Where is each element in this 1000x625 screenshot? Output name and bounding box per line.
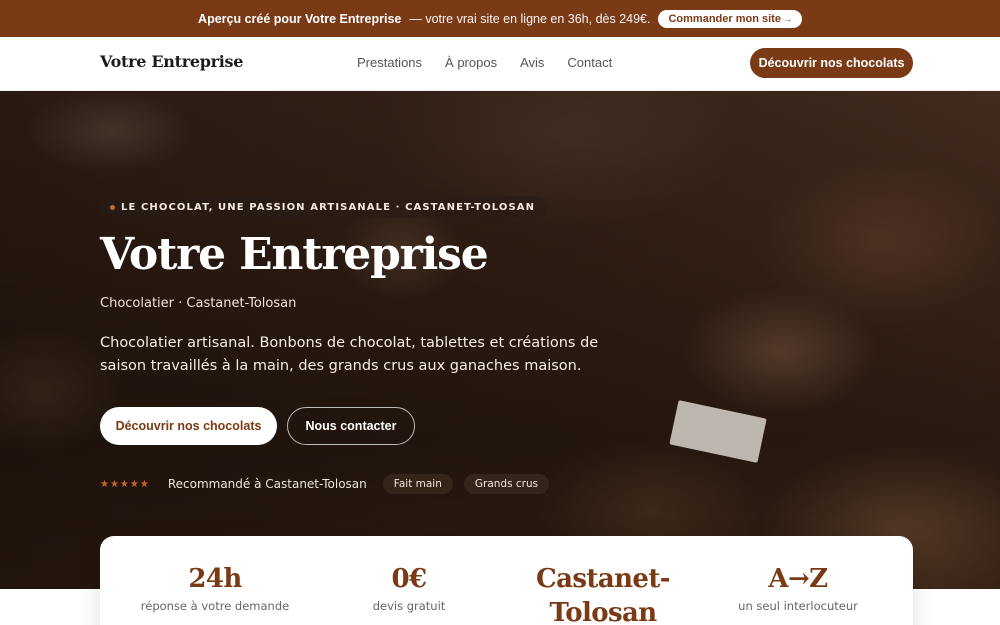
- chip-fait-main: Fait main: [382, 474, 453, 494]
- promo-text: — votre vrai site en ligne en 36h, dès 2…: [409, 11, 651, 26]
- hero-section: LE CHOCOLAT, UNE PASSION ARTISANALE · CA…: [0, 91, 1000, 589]
- stat-label: un seul interlocuteur: [738, 599, 858, 613]
- order-site-label: Commander mon site: [668, 12, 781, 25]
- social-proof: ★★★★★ Recommandé à Castanet-Tolosan Fait…: [100, 474, 560, 494]
- stat-label: devis gratuit: [372, 599, 446, 613]
- stat-value: 24h: [188, 564, 242, 594]
- nav-link-prestations[interactable]: Prestations: [357, 55, 422, 70]
- stats-card: 24h réponse à votre demande 0€ devis gra…: [100, 536, 913, 625]
- nav-link-a-propos[interactable]: À propos: [445, 55, 497, 70]
- stat-item: Castanet-Tolosan: [528, 562, 678, 625]
- hero-subtitle: Chocolatier · Castanet-Tolosan: [100, 296, 297, 311]
- nav-discover-button[interactable]: Découvrir nos chocolats: [750, 48, 913, 78]
- hero-title: Votre Entreprise: [100, 229, 489, 280]
- eyebrow-text: LE CHOCOLAT, UNE PASSION ARTISANALE · CA…: [121, 201, 536, 213]
- nav-menu: Prestations À propos Avis Contact: [357, 55, 612, 70]
- stat-item: A→Z un seul interlocuteur: [723, 562, 873, 613]
- stat-item: 24h réponse à votre demande: [140, 562, 290, 613]
- stat-value: Castanet-Tolosan: [536, 564, 670, 625]
- promo-lead: Aperçu créé pour Votre Entreprise: [198, 11, 402, 26]
- hero-description: Chocolatier artisanal. Bonbons de chocol…: [100, 335, 599, 374]
- stat-item: 0€ devis gratuit: [334, 562, 484, 613]
- arrow-right-icon: →: [782, 13, 792, 24]
- promo-bar: Aperçu créé pour Votre Entreprise — votr…: [0, 0, 1000, 37]
- order-site-button[interactable]: Commander mon site →: [658, 9, 802, 28]
- chip-grands-crus: Grands crus: [463, 474, 550, 494]
- stat-label: réponse à votre demande: [140, 599, 290, 613]
- nav-link-avis[interactable]: Avis: [520, 55, 544, 70]
- stat-value: A→Z: [768, 564, 828, 594]
- brand-logo[interactable]: Votre Entreprise: [100, 52, 243, 71]
- discover-chocolates-button[interactable]: Découvrir nos chocolats: [100, 407, 277, 445]
- top-nav: Votre Entreprise Prestations À propos Av…: [0, 37, 1000, 91]
- contact-us-button[interactable]: Nous contacter: [287, 407, 415, 445]
- dot-icon: [110, 204, 115, 210]
- rating-stars-icon: ★★★★★: [100, 478, 150, 490]
- hero-eyebrow: LE CHOCOLAT, UNE PASSION ARTISANALE · CA…: [100, 196, 548, 218]
- nav-link-contact[interactable]: Contact: [567, 55, 612, 70]
- stat-value: 0€: [391, 564, 428, 594]
- proof-text: Recommandé à Castanet-Tolosan: [167, 477, 367, 491]
